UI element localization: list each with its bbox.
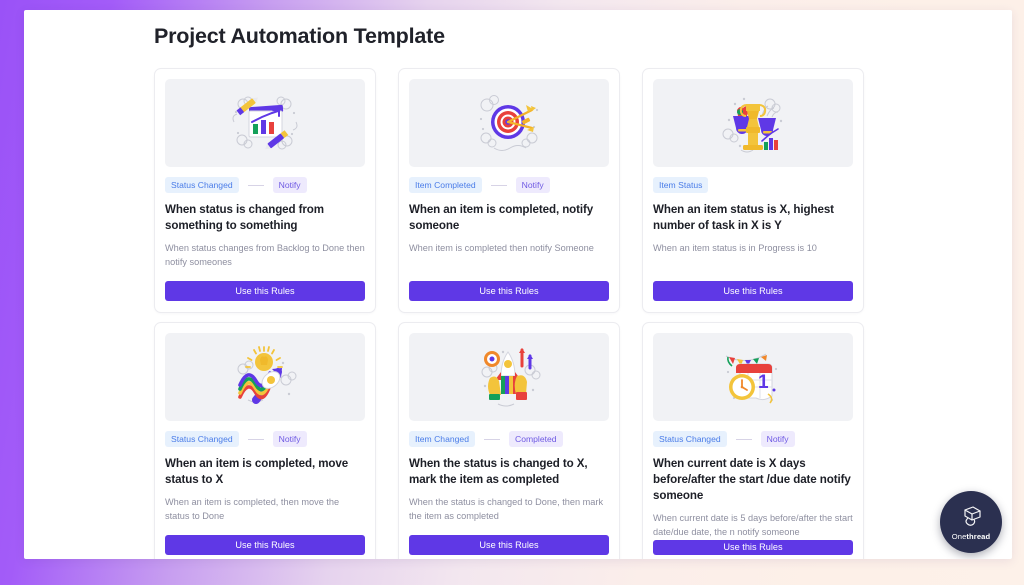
- tag-connector-icon: [483, 438, 500, 440]
- action-tag: Notify: [272, 431, 307, 447]
- card-description: When an item is completed, then move the…: [165, 496, 340, 521]
- action-tag: Notify: [760, 431, 795, 447]
- card-title: When status is changed from something to…: [165, 203, 324, 232]
- trigger-tag: Status Changed: [165, 177, 239, 193]
- action-tag: Notify: [515, 177, 550, 193]
- automation-card[interactable]: Status Changed Notify When an item is co…: [154, 322, 376, 559]
- target-arrows-illustration: [479, 95, 539, 151]
- brand-name-light: One: [951, 531, 967, 541]
- trigger-tag: Item Status: [653, 177, 709, 193]
- card-tag-row: Item Status: [653, 177, 853, 193]
- card-illustration: [165, 333, 365, 421]
- trophy-award-illustration: [722, 97, 783, 153]
- rocket-rainbow-lightbulb-illustration: [237, 346, 297, 404]
- onethread-wordmark: Onethread: [952, 532, 990, 541]
- action-tag: Notify: [272, 177, 307, 193]
- card-title: When an item is completed, move status t…: [165, 457, 349, 486]
- card-tag-row: Item Changed Completed: [409, 431, 609, 447]
- card-title: When current date is X days before/after…: [653, 457, 851, 502]
- card-illustration: [165, 79, 365, 167]
- card-illustration: [409, 333, 609, 421]
- use-this-rules-button[interactable]: Use this Rules: [653, 281, 853, 301]
- automation-card[interactable]: 1 Status Changed Notify When current dat…: [642, 322, 864, 559]
- tag-connector-icon: [735, 438, 752, 440]
- onethread-brand-badge[interactable]: Onethread: [940, 491, 1002, 553]
- use-this-rules-button[interactable]: Use this Rules: [165, 535, 365, 555]
- action-tag: Completed: [508, 431, 563, 447]
- trigger-tag: Item Completed: [409, 177, 482, 193]
- tag-connector-icon: [247, 438, 264, 440]
- gradient-frame: Project Automation Template Status Chang…: [0, 0, 1024, 585]
- card-illustration: 1: [653, 333, 853, 421]
- onethread-cube-icon: [964, 505, 981, 526]
- automation-card[interactable]: Item Changed Completed When the status i…: [398, 322, 620, 559]
- card-tag-row: Status Changed Notify: [165, 177, 365, 193]
- chart-document-pencils-illustration: [232, 96, 298, 150]
- automation-card[interactable]: Item Status When an item status is X, hi…: [642, 68, 864, 313]
- card-description: When an item status is in Progress is 10: [653, 242, 817, 253]
- use-this-rules-button[interactable]: Use this Rules: [653, 539, 853, 555]
- automation-card[interactable]: Status Changed Notify When status is cha…: [154, 68, 376, 313]
- brand-name-bold: thread: [966, 531, 991, 541]
- card-title: When an item is completed, notify someon…: [409, 203, 594, 232]
- automation-template-grid: Status Changed Notify When status is cha…: [154, 68, 876, 559]
- svg-text:1: 1: [758, 372, 769, 393]
- card-tag-row: Item Completed Notify: [409, 177, 609, 193]
- card-illustration: [653, 79, 853, 167]
- trigger-tag: Item Changed: [409, 431, 475, 447]
- rocket-launch-hands-illustration: [481, 348, 541, 407]
- page-title: Project Automation Template: [154, 24, 445, 48]
- use-this-rules-button[interactable]: Use this Rules: [165, 281, 365, 301]
- card-description: When item is completed then notify Someo…: [409, 242, 594, 253]
- card-tag-row: Status Changed Notify: [653, 431, 853, 447]
- card-tag-row: Status Changed Notify: [165, 431, 365, 447]
- card-title: When an item status is X, highest number…: [653, 203, 834, 232]
- automation-card[interactable]: Item Completed Notify When an item is co…: [398, 68, 620, 313]
- trigger-tag: Status Changed: [165, 431, 239, 447]
- app-surface: Project Automation Template Status Chang…: [24, 10, 1012, 559]
- trigger-tag: Status Changed: [653, 431, 727, 447]
- use-this-rules-button[interactable]: Use this Rules: [409, 281, 609, 301]
- tag-connector-icon: [490, 184, 507, 186]
- card-title: When the status is changed to X, mark th…: [409, 457, 588, 486]
- use-this-rules-button[interactable]: Use this Rules: [409, 535, 609, 555]
- calendar-clock-celebration-illustration: 1: [725, 353, 778, 404]
- card-description: When current date is 5 days before/after…: [653, 512, 853, 537]
- card-description: When status changes from Backlog to Done…: [165, 242, 365, 267]
- card-description: When the status is changed to Done, then…: [409, 496, 604, 521]
- tag-connector-icon: [247, 184, 264, 186]
- card-illustration: [409, 79, 609, 167]
